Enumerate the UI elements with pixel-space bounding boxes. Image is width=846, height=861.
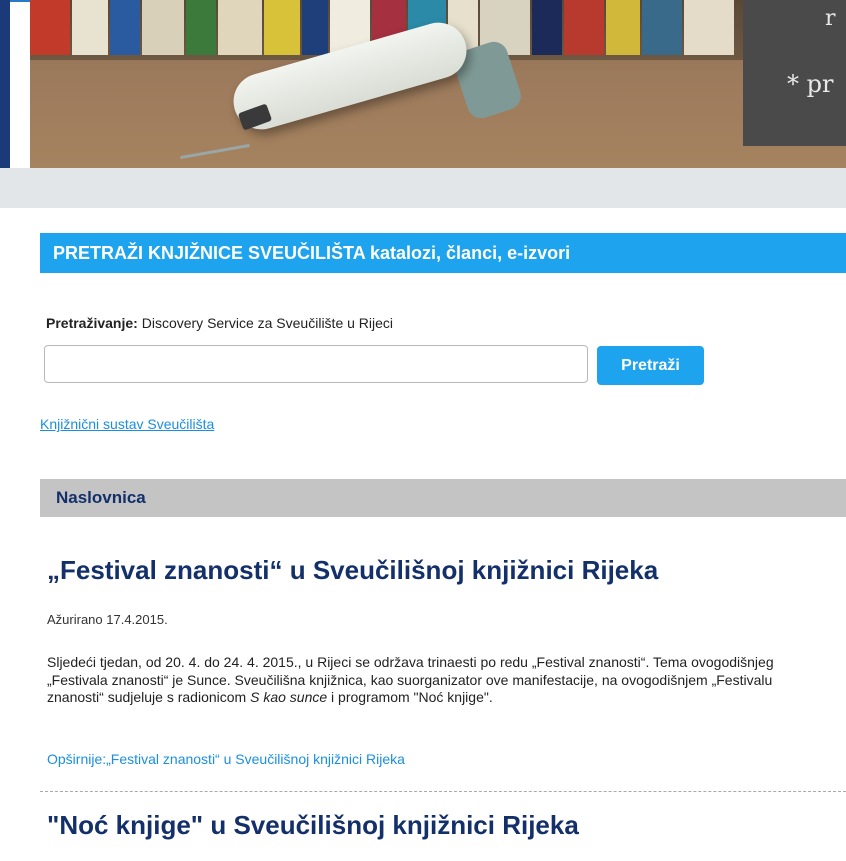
search-button[interactable]: Pretraži — [597, 346, 704, 385]
book-spine — [30, 0, 70, 55]
book-spine — [186, 0, 216, 55]
search-label: Pretraživanje: Discovery Service za Sveu… — [46, 315, 393, 331]
book-spine — [642, 0, 682, 55]
search-section-title: PRETRAŽI KNJIŽNICE SVEUČILIŠTA katalozi,… — [53, 243, 571, 263]
article-divider — [40, 791, 846, 792]
search-label-service: Discovery Service za Sveučilište u Rijec… — [137, 315, 394, 331]
section-title: Naslovnica — [56, 488, 146, 507]
book-spine — [684, 0, 734, 55]
article-body-text-end: i programom "Noć knjige". — [327, 689, 493, 705]
book-spine — [142, 0, 184, 55]
nav-strip — [0, 168, 846, 208]
book-spine — [264, 0, 300, 55]
article-title[interactable]: „Festival znanosti“ u Sveučilišnoj knjiž… — [47, 555, 658, 586]
header-banner-image — [30, 0, 846, 168]
article-title-2[interactable]: "Noć knjige" u Sveučilišnoj knjižnici Ri… — [47, 810, 579, 841]
book-spine — [72, 0, 108, 55]
book-spine — [564, 0, 604, 55]
article-updated-date: Ažurirano 17.4.2015. — [47, 612, 168, 627]
book-spine — [110, 0, 140, 55]
page-edge — [0, 0, 10, 168]
scanner-cable — [180, 143, 250, 160]
search-input[interactable] — [44, 345, 588, 383]
article-body-emphasis: S kao sunce — [250, 689, 328, 705]
section-header: Naslovnica — [40, 479, 846, 517]
library-system-link[interactable]: Knjižnični sustav Sveučilišta — [40, 416, 214, 432]
banner-caption: * pr — [787, 70, 834, 98]
article-body: Sljedeći tjedan, od 20. 4. do 24. 4. 201… — [47, 654, 827, 707]
book-spine — [302, 0, 328, 55]
search-section-header: PRETRAŽI KNJIŽNICE SVEUČILIŠTA katalozi,… — [40, 233, 846, 273]
search-label-bold: Pretraživanje: — [46, 315, 138, 331]
book-spine — [218, 0, 262, 55]
banner-caption-top: r — [825, 6, 836, 31]
book-spine — [532, 0, 562, 55]
book-spine — [606, 0, 640, 55]
read-more-link[interactable]: Opširnije:„Festival znanosti“ u Sveučili… — [47, 751, 405, 767]
